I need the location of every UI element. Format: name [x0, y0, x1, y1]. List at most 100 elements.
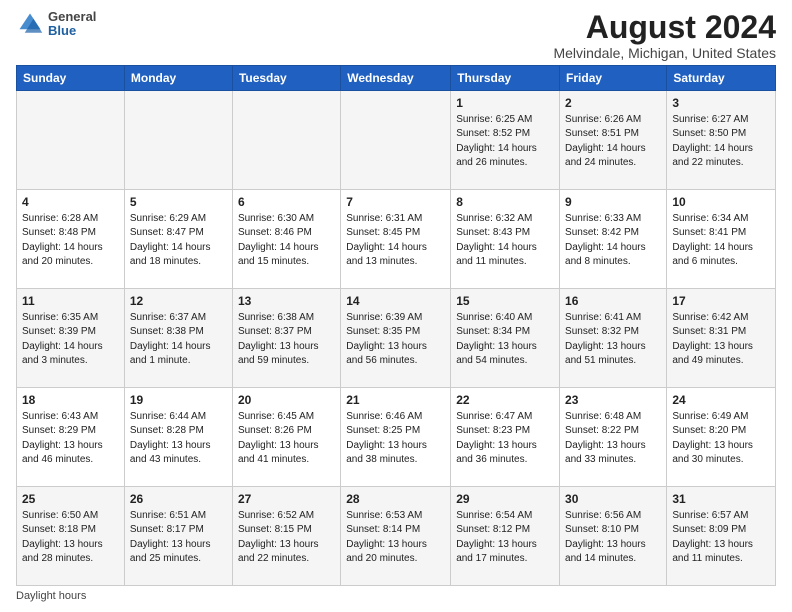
calendar-week-4: 18Sunrise: 6:43 AM Sunset: 8:29 PM Dayli…: [17, 388, 776, 487]
calendar-cell: 14Sunrise: 6:39 AM Sunset: 8:35 PM Dayli…: [341, 289, 451, 388]
day-info: Sunrise: 6:35 AM Sunset: 8:39 PM Dayligh…: [22, 311, 119, 369]
calendar-cell: 22Sunrise: 6:47 AM Sunset: 8:23 PM Dayli…: [451, 388, 560, 487]
day-number: 18: [22, 392, 119, 409]
day-info: Sunrise: 6:31 AM Sunset: 8:45 PM Dayligh…: [346, 212, 445, 270]
calendar-cell: 30Sunrise: 6:56 AM Sunset: 8:10 PM Dayli…: [560, 487, 667, 586]
day-info: Sunrise: 6:46 AM Sunset: 8:25 PM Dayligh…: [346, 410, 445, 468]
day-number: 23: [565, 392, 661, 409]
calendar-cell: 10Sunrise: 6:34 AM Sunset: 8:41 PM Dayli…: [667, 190, 776, 289]
day-info: Sunrise: 6:38 AM Sunset: 8:37 PM Dayligh…: [238, 311, 335, 369]
calendar-week-2: 4Sunrise: 6:28 AM Sunset: 8:48 PM Daylig…: [17, 190, 776, 289]
day-info: Sunrise: 6:48 AM Sunset: 8:22 PM Dayligh…: [565, 410, 661, 468]
calendar-header-row: Sunday Monday Tuesday Wednesday Thursday…: [17, 66, 776, 91]
calendar-cell: 11Sunrise: 6:35 AM Sunset: 8:39 PM Dayli…: [17, 289, 125, 388]
calendar-cell: 25Sunrise: 6:50 AM Sunset: 8:18 PM Dayli…: [17, 487, 125, 586]
calendar-cell: 4Sunrise: 6:28 AM Sunset: 8:48 PM Daylig…: [17, 190, 125, 289]
day-number: 31: [672, 491, 770, 508]
calendar-cell: 24Sunrise: 6:49 AM Sunset: 8:20 PM Dayli…: [667, 388, 776, 487]
calendar-week-3: 11Sunrise: 6:35 AM Sunset: 8:39 PM Dayli…: [17, 289, 776, 388]
day-number: 22: [456, 392, 554, 409]
footer-note: Daylight hours: [16, 590, 776, 602]
col-wednesday: Wednesday: [341, 66, 451, 91]
logo-icon: [16, 10, 44, 38]
col-sunday: Sunday: [17, 66, 125, 91]
calendar-cell: [124, 91, 232, 190]
day-number: 26: [130, 491, 227, 508]
day-info: Sunrise: 6:37 AM Sunset: 8:38 PM Dayligh…: [130, 311, 227, 369]
logo-general: General: [48, 10, 96, 24]
day-number: 25: [22, 491, 119, 508]
day-info: Sunrise: 6:25 AM Sunset: 8:52 PM Dayligh…: [456, 113, 554, 171]
calendar-cell: [17, 91, 125, 190]
day-number: 2: [565, 95, 661, 112]
calendar-cell: 2Sunrise: 6:26 AM Sunset: 8:51 PM Daylig…: [560, 91, 667, 190]
calendar-cell: 3Sunrise: 6:27 AM Sunset: 8:50 PM Daylig…: [667, 91, 776, 190]
day-info: Sunrise: 6:39 AM Sunset: 8:35 PM Dayligh…: [346, 311, 445, 369]
day-info: Sunrise: 6:51 AM Sunset: 8:17 PM Dayligh…: [130, 509, 227, 567]
day-number: 8: [456, 194, 554, 211]
calendar-cell: 28Sunrise: 6:53 AM Sunset: 8:14 PM Dayli…: [341, 487, 451, 586]
day-info: Sunrise: 6:29 AM Sunset: 8:47 PM Dayligh…: [130, 212, 227, 270]
day-number: 17: [672, 293, 770, 310]
day-info: Sunrise: 6:26 AM Sunset: 8:51 PM Dayligh…: [565, 113, 661, 171]
col-thursday: Thursday: [451, 66, 560, 91]
calendar-body: 1Sunrise: 6:25 AM Sunset: 8:52 PM Daylig…: [17, 91, 776, 586]
day-number: 15: [456, 293, 554, 310]
day-info: Sunrise: 6:54 AM Sunset: 8:12 PM Dayligh…: [456, 509, 554, 567]
calendar-week-1: 1Sunrise: 6:25 AM Sunset: 8:52 PM Daylig…: [17, 91, 776, 190]
day-info: Sunrise: 6:28 AM Sunset: 8:48 PM Dayligh…: [22, 212, 119, 270]
header: General Blue August 2024 Melvindale, Mic…: [16, 10, 776, 61]
calendar-cell: 21Sunrise: 6:46 AM Sunset: 8:25 PM Dayli…: [341, 388, 451, 487]
col-friday: Friday: [560, 66, 667, 91]
day-number: 5: [130, 194, 227, 211]
calendar-cell: 12Sunrise: 6:37 AM Sunset: 8:38 PM Dayli…: [124, 289, 232, 388]
calendar-week-5: 25Sunrise: 6:50 AM Sunset: 8:18 PM Dayli…: [17, 487, 776, 586]
day-info: Sunrise: 6:56 AM Sunset: 8:10 PM Dayligh…: [565, 509, 661, 567]
day-number: 30: [565, 491, 661, 508]
day-number: 28: [346, 491, 445, 508]
calendar-cell: 13Sunrise: 6:38 AM Sunset: 8:37 PM Dayli…: [232, 289, 340, 388]
day-info: Sunrise: 6:47 AM Sunset: 8:23 PM Dayligh…: [456, 410, 554, 468]
day-number: 12: [130, 293, 227, 310]
day-number: 9: [565, 194, 661, 211]
calendar-cell: 8Sunrise: 6:32 AM Sunset: 8:43 PM Daylig…: [451, 190, 560, 289]
logo-blue: Blue: [48, 24, 96, 38]
day-info: Sunrise: 6:40 AM Sunset: 8:34 PM Dayligh…: [456, 311, 554, 369]
day-number: 7: [346, 194, 445, 211]
day-info: Sunrise: 6:30 AM Sunset: 8:46 PM Dayligh…: [238, 212, 335, 270]
calendar-cell: 19Sunrise: 6:44 AM Sunset: 8:28 PM Dayli…: [124, 388, 232, 487]
calendar-cell: 31Sunrise: 6:57 AM Sunset: 8:09 PM Dayli…: [667, 487, 776, 586]
day-info: Sunrise: 6:52 AM Sunset: 8:15 PM Dayligh…: [238, 509, 335, 567]
calendar-cell: 17Sunrise: 6:42 AM Sunset: 8:31 PM Dayli…: [667, 289, 776, 388]
day-number: 24: [672, 392, 770, 409]
calendar-table: Sunday Monday Tuesday Wednesday Thursday…: [16, 65, 776, 586]
day-info: Sunrise: 6:32 AM Sunset: 8:43 PM Dayligh…: [456, 212, 554, 270]
calendar-cell: 7Sunrise: 6:31 AM Sunset: 8:45 PM Daylig…: [341, 190, 451, 289]
day-info: Sunrise: 6:27 AM Sunset: 8:50 PM Dayligh…: [672, 113, 770, 171]
calendar-cell: 9Sunrise: 6:33 AM Sunset: 8:42 PM Daylig…: [560, 190, 667, 289]
page-subtitle: Melvindale, Michigan, United States: [553, 45, 776, 61]
title-block: August 2024 Melvindale, Michigan, United…: [553, 10, 776, 61]
day-number: 29: [456, 491, 554, 508]
day-info: Sunrise: 6:33 AM Sunset: 8:42 PM Dayligh…: [565, 212, 661, 270]
day-number: 20: [238, 392, 335, 409]
day-number: 14: [346, 293, 445, 310]
calendar-cell: [341, 91, 451, 190]
col-saturday: Saturday: [667, 66, 776, 91]
day-number: 3: [672, 95, 770, 112]
col-monday: Monday: [124, 66, 232, 91]
calendar-cell: 29Sunrise: 6:54 AM Sunset: 8:12 PM Dayli…: [451, 487, 560, 586]
day-number: 19: [130, 392, 227, 409]
calendar-cell: 23Sunrise: 6:48 AM Sunset: 8:22 PM Dayli…: [560, 388, 667, 487]
calendar-cell: 26Sunrise: 6:51 AM Sunset: 8:17 PM Dayli…: [124, 487, 232, 586]
day-number: 6: [238, 194, 335, 211]
calendar-cell: [232, 91, 340, 190]
calendar-cell: 16Sunrise: 6:41 AM Sunset: 8:32 PM Dayli…: [560, 289, 667, 388]
day-info: Sunrise: 6:57 AM Sunset: 8:09 PM Dayligh…: [672, 509, 770, 567]
calendar-cell: 20Sunrise: 6:45 AM Sunset: 8:26 PM Dayli…: [232, 388, 340, 487]
page-title: August 2024: [553, 10, 776, 45]
day-number: 21: [346, 392, 445, 409]
calendar-cell: 6Sunrise: 6:30 AM Sunset: 8:46 PM Daylig…: [232, 190, 340, 289]
calendar-cell: 18Sunrise: 6:43 AM Sunset: 8:29 PM Dayli…: [17, 388, 125, 487]
day-number: 4: [22, 194, 119, 211]
